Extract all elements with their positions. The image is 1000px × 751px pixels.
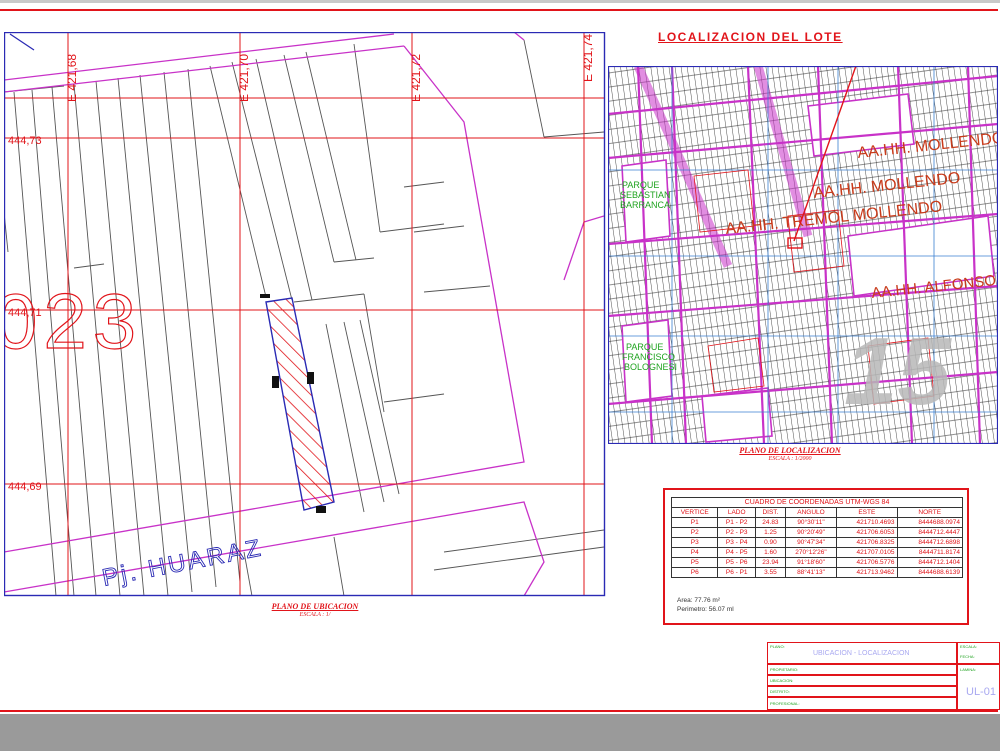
location-map-title: LOCALIZACION DEL LOTE (658, 30, 843, 44)
table-cell: 91°18'60" (784, 557, 838, 568)
table-cell: 24.83 (754, 517, 786, 528)
coordinates-panel: CUADRO DE COORDENADAS UTM-WGS 84 VERTICE… (663, 488, 969, 625)
tb-professional-label: PROFESIONAL: (770, 701, 800, 706)
northing-label-1: 444,73 (8, 135, 42, 147)
table-cell: 421706.8325 (836, 537, 898, 548)
header-vertice: VERTICE (670, 507, 719, 518)
table-cell: P6 (670, 567, 719, 578)
table-cell: 1.25 (754, 527, 786, 538)
easting-label-4: E 421,74 (581, 34, 595, 82)
table-cell: 8444688.6139 (896, 567, 963, 578)
easting-label-1: E 421,68 (65, 54, 79, 102)
location-map-caption: PLANO DE LOCALIZACION ESCALA : 1/2000 (705, 446, 875, 462)
table-cell: P5 - P6 (717, 557, 756, 568)
table-cell: 3.55 (754, 567, 786, 578)
site-plan-caption-title: PLANO DE UBICACION (271, 602, 359, 611)
sheet-top-edge (0, 0, 1000, 3)
tb-sheet-label: LAMINA: (960, 667, 977, 672)
location-map[interactable]: 15 AA.HH. MOLLENDO AA.HH. MOLLENDO AA.HH… (608, 66, 998, 444)
table-cell: 90°20'49" (784, 527, 838, 538)
title-block: PLANO: UBICACION - LOCALIZACION PROPIETA… (767, 642, 1000, 710)
table-cell: P5 (670, 557, 719, 568)
tb-plan-name: UBICACION - LOCALIZACION (813, 650, 910, 657)
table-cell: P3 (670, 537, 719, 548)
table-cell: 90°47'34" (784, 537, 838, 548)
sector-number: 15 (844, 318, 952, 425)
tb-district-cell (767, 686, 957, 697)
table-cell: 8444712.1404 (896, 557, 963, 568)
table-cell: 421706.5776 (836, 557, 898, 568)
tb-location-label: UBICACION: (770, 678, 794, 683)
table-cell: 0.90 (754, 537, 786, 548)
table-row: P5 P5 - P6 23.94 91°18'60" 421706.5776 8… (670, 557, 963, 568)
table-cell: P4 (670, 547, 719, 558)
coordinates-header-row: VERTICE LADO DIST. ANGULO ESTE NORTE (670, 507, 963, 518)
viewport-bottom-bar (0, 714, 1000, 751)
table-cell: P1 - P2 (717, 517, 756, 528)
table-row: P3 P3 - P4 0.90 90°47'34" 421706.8325 84… (670, 537, 963, 548)
location-map-caption-title: PLANO DE LOCALIZACION (739, 446, 841, 455)
table-row: P1 P1 - P2 24.83 90°30'11" 421710.4693 8… (670, 517, 963, 528)
table-cell: 8444711.8174 (896, 547, 963, 558)
tb-location-cell (767, 675, 957, 686)
table-cell: 88°41'13" (784, 567, 838, 578)
table-cell: 421710.4693 (836, 517, 898, 528)
table-cell: 421713.9462 (836, 567, 898, 578)
table-cell: 23.94 (754, 557, 786, 568)
northing-label-3: 444,69 (8, 481, 42, 493)
header-este: ESTE (836, 507, 898, 518)
table-row: P2 P2 - P3 1.25 90°20'49" 421706.6053 84… (670, 527, 963, 538)
table-cell: 8444712.6898 (896, 537, 963, 548)
header-norte: NORTE (896, 507, 963, 518)
area-value: Area: 77.76 m² (677, 597, 720, 604)
table-cell: P2 (670, 527, 719, 538)
header-lado: LADO (717, 507, 756, 518)
table-cell: P2 - P3 (717, 527, 756, 538)
table-row: P6 P6 - P1 3.55 88°41'13" 421713.9462 84… (670, 567, 963, 578)
table-cell: P4 - P5 (717, 547, 756, 558)
easting-label-2: E 421,70 (237, 54, 251, 102)
block-number: 023 (4, 277, 142, 365)
subject-lot (265, 297, 335, 511)
tb-date-label: FECHA: (960, 654, 975, 659)
table-cell: 421707.0105 (836, 547, 898, 558)
table-cell: P1 (670, 517, 719, 528)
site-plan-caption-scale: ESCALA : 1/ (299, 612, 331, 618)
location-map-drawing: 15 AA.HH. MOLLENDO AA.HH. MOLLENDO AA.HH… (608, 66, 998, 444)
coordinates-table: CUADRO DE COORDENADAS UTM-WGS 84 VERTICE… (670, 497, 963, 578)
northing-label-2: 444,71 (8, 307, 42, 319)
easting-label-3: E 421,72 (409, 54, 423, 102)
area-summary: Area: 77.76 m² Perimetro: 56.07 ml (677, 596, 734, 614)
tb-district-label: DISTRITO: (770, 689, 790, 694)
table-cell: 421706.6053 (836, 527, 898, 538)
table-cell: 270°12'26" (784, 547, 838, 558)
tb-owner-label: PROPIETARIO: (770, 667, 799, 672)
table-cell: 8444712.4447 (896, 527, 963, 538)
table-row: P4 P4 - P5 1.60 270°12'26" 421707.0105 8… (670, 547, 963, 558)
street-label: Pj. HUARAZ (100, 534, 266, 592)
site-plan-caption: PLANO DE UBICACION ESCALA : 1/ (230, 602, 400, 618)
location-map-caption-scale: ESCALA : 1/2000 (768, 456, 812, 462)
perimeter-value: Perimetro: 56.07 ml (677, 606, 734, 613)
table-cell: P3 - P4 (717, 537, 756, 548)
coordinates-table-title: CUADRO DE COORDENADAS UTM-WGS 84 (671, 497, 963, 508)
header-dist: DIST. (754, 507, 786, 518)
table-cell: 1.60 (754, 547, 786, 558)
tb-sheet-code: UL-01 (966, 686, 996, 698)
header-angulo: ANGULO (784, 507, 838, 518)
table-cell: 8444688.0974 (896, 517, 963, 528)
site-plan[interactable]: 023 Pj. HUARAZ E 421,68 E 421,70 E 421,7… (4, 32, 606, 598)
site-plan-drawing: 023 Pj. HUARAZ E 421,68 E 421,70 E 421,7… (4, 32, 604, 596)
tb-scale-label: ESCALA: (960, 644, 977, 649)
table-cell: 90°30'11" (784, 517, 838, 528)
table-cell: P6 - P1 (717, 567, 756, 578)
tb-plan-label: PLANO: (770, 644, 785, 649)
